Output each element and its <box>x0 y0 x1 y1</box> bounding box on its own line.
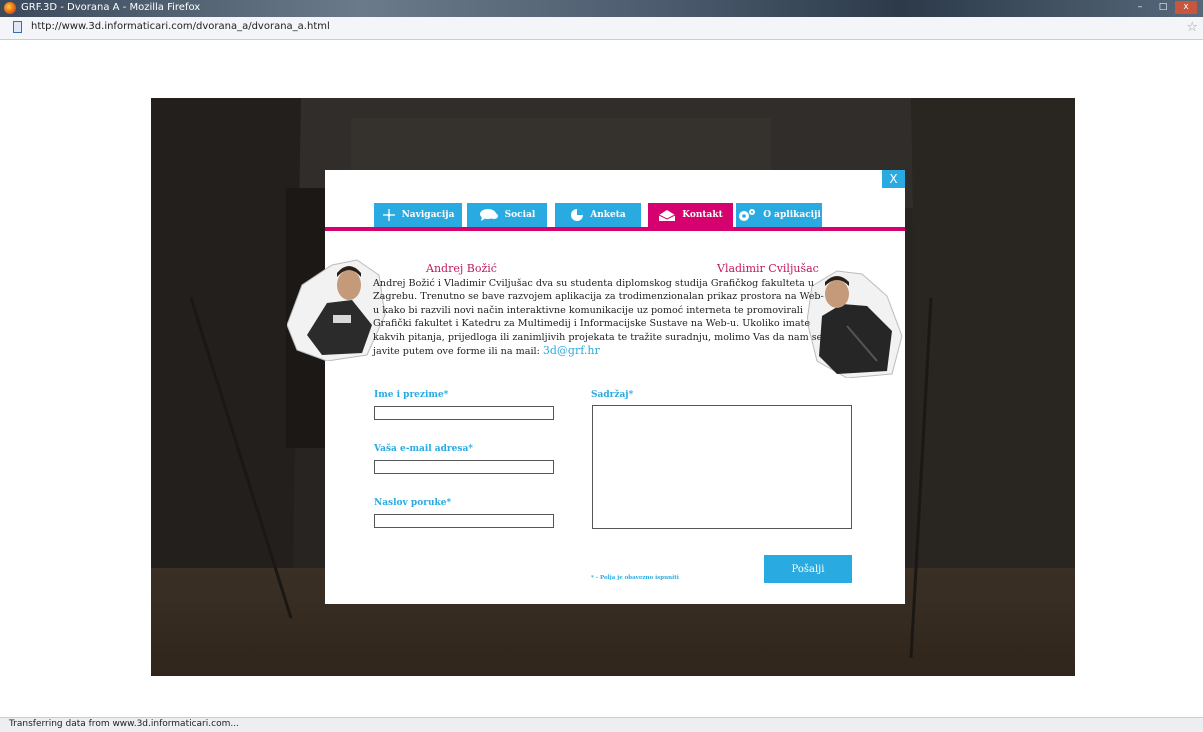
email-label: Vaša e-mail adresa* <box>374 444 474 454</box>
maximize-button[interactable]: □ <box>1152 1 1174 14</box>
tab-label: Social <box>504 210 536 220</box>
firefox-icon <box>4 2 16 14</box>
tab-anketa[interactable]: Anketa <box>555 203 641 227</box>
author-name-right: Vladimir Cviljušac <box>717 262 819 275</box>
gears-icon <box>739 209 756 221</box>
window-title: GRF.3D - Dvorana A - Mozilla Firefox <box>21 2 201 13</box>
email-field[interactable] <box>374 460 554 474</box>
tab-label: Anketa <box>590 210 626 220</box>
subject-field[interactable] <box>374 514 554 528</box>
name-label: Ime i prezime* <box>374 390 449 400</box>
address-bar[interactable]: http://www.3d.informaticari.com/dvorana_… <box>0 17 1203 40</box>
tab-label: Navigacija <box>401 210 455 220</box>
content-textarea[interactable] <box>592 405 852 529</box>
tab-navigacija[interactable]: Navigacija <box>374 203 462 227</box>
envelope-icon <box>658 209 676 221</box>
author-photo-left <box>287 259 386 361</box>
tab-label: O aplikaciji <box>763 210 821 220</box>
bookmark-star-icon[interactable]: ☆ <box>1186 20 1198 35</box>
status-bar: Transferring data from www.3d.informatic… <box>0 717 1203 732</box>
send-button[interactable]: Pošalji <box>764 555 852 583</box>
tabs-underline <box>325 227 905 231</box>
close-dialog-button[interactable]: X <box>882 170 905 188</box>
email-link[interactable]: 3d@grf.hr <box>543 344 600 357</box>
subject-label: Naslov poruke* <box>374 498 452 508</box>
window-titlebar: GRF.3D - Dvorana A - Mozilla Firefox – □… <box>0 0 1203 17</box>
page-icon <box>13 21 22 33</box>
required-note: * - Polja je obavezno ispuniti <box>591 575 679 581</box>
tab-o-aplikaciji[interactable]: O aplikaciji <box>736 203 822 227</box>
url-text[interactable]: http://www.3d.informaticari.com/dvorana_… <box>31 21 330 32</box>
status-text: Transferring data from www.3d.informatic… <box>9 719 239 729</box>
close-window-button[interactable]: x <box>1175 1 1197 14</box>
content-label: Sadržaj* <box>591 390 634 400</box>
window-controls: – □ x <box>1128 1 1197 14</box>
contact-dialog: X Navigacija Social Anketa Kontakt O apl… <box>287 170 905 604</box>
author-name-left: Andrej Božić <box>426 262 497 275</box>
pie-chart-icon <box>571 209 584 221</box>
tab-social[interactable]: Social <box>467 203 547 227</box>
minimize-button[interactable]: – <box>1129 1 1151 14</box>
navigation-icon <box>382 209 395 221</box>
speech-bubble-icon <box>479 209 498 221</box>
tab-kontakt[interactable]: Kontakt <box>648 203 733 227</box>
intro-paragraph: Andrej Božić i Vladimir Cviljušac dva su… <box>373 277 829 358</box>
name-field[interactable] <box>374 406 554 420</box>
tab-label: Kontakt <box>682 210 723 220</box>
